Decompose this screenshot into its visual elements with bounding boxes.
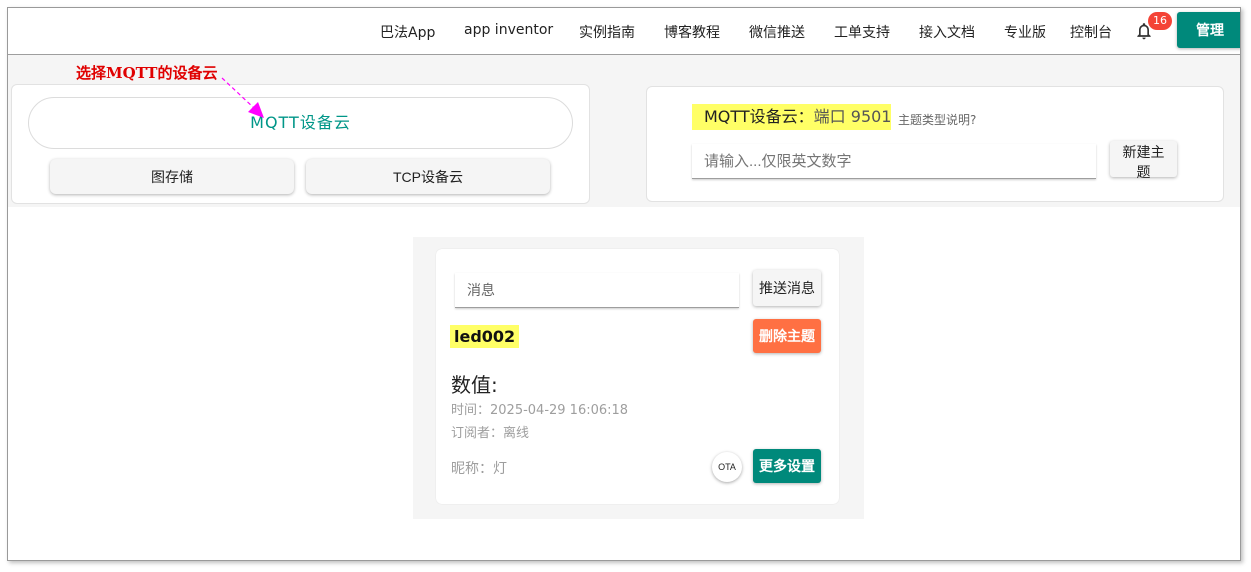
value-label: 数值: [451, 373, 498, 397]
nav-item-bafa-app[interactable]: 巴法App [380, 22, 435, 42]
nav-item-console[interactable]: 控制台 [1070, 22, 1112, 42]
notification-badge: 16 [1148, 12, 1172, 30]
tcp-cloud-button[interactable]: TCP设备云 [306, 159, 550, 194]
nav-item-blog[interactable]: 博客教程 [664, 22, 720, 42]
nav-item-app-inventor[interactable]: app inventor [464, 22, 553, 38]
message-input[interactable] [455, 273, 739, 308]
topic-name-input[interactable] [692, 144, 1096, 179]
mqtt-cloud-button[interactable]: MQTT设备云 [28, 97, 573, 149]
mqtt-cloud-title: MQTT设备云： [704, 107, 814, 126]
admin-button[interactable]: 管理 [1177, 12, 1240, 48]
image-storage-button[interactable]: 图存储 [50, 159, 294, 194]
annotation-arrow-icon [221, 77, 264, 118]
nav-item-pro[interactable]: 专业版 [1004, 22, 1046, 42]
nav-item-wechat-push[interactable]: 微信推送 [749, 22, 805, 42]
ota-button[interactable]: OTA [712, 452, 742, 482]
top-nav: 巴法App app inventor 实例指南 博客教程 微信推送 工单支持 接… [8, 8, 1240, 55]
more-settings-button[interactable]: 更多设置 [753, 449, 821, 483]
new-topic-button[interactable]: 新建主题 [1110, 141, 1177, 180]
time-text: 时间：2025-04-29 16:06:18 [451, 403, 629, 418]
nav-item-docs[interactable]: 接入文档 [919, 22, 975, 42]
app-window: 巴法App app inventor 实例指南 博客教程 微信推送 工单支持 接… [7, 7, 1241, 561]
port-label: MQTT设备云：端口 9501 [692, 104, 892, 130]
annotation-text: 选择MQTT的设备云 [76, 64, 218, 82]
port-number: 端口 9501 [813, 107, 892, 126]
delete-topic-button[interactable]: 删除主题 [753, 319, 821, 353]
subscriber-status: 订阅者：离线 [451, 426, 530, 441]
nickname-text: 昵称：灯 [451, 461, 507, 477]
topic-type-help-link[interactable]: 主题类型说明? [898, 111, 976, 128]
topic-name: led002 [450, 325, 520, 348]
push-message-button[interactable]: 推送消息 [753, 270, 821, 306]
nav-item-ticket-support[interactable]: 工单支持 [834, 22, 890, 42]
nav-item-examples[interactable]: 实例指南 [579, 22, 635, 42]
